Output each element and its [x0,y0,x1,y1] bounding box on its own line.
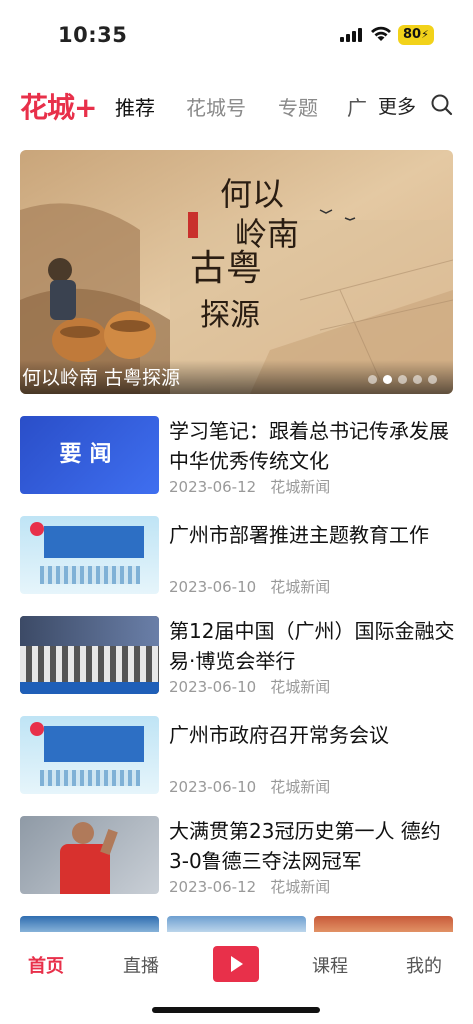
battery-indicator: 80⚡ [398,25,434,45]
news-source: 花城新闻 [270,778,331,796]
tab-guang[interactable]: 广 [347,92,367,121]
news-meta: 2023-06-10 花城新闻 [169,576,344,597]
news-date: 2023-06-12 [169,478,257,496]
news-title: 大满贯第23冠历史第一人 德约3-0鲁德三夺法网冠军 [169,819,441,873]
news-title: 广州市部署推进主题教育工作 [169,523,429,547]
top-nav: 花城+ 推荐 花城号 专题 广 更多 [0,82,473,128]
news-date: 2023-06-12 [169,878,257,896]
news-item[interactable]: 大满贯第23冠历史第一人 德约3-0鲁德三夺法网冠军 2023-06-12 花城新… [0,816,473,906]
news-source: 花城新闻 [270,478,331,496]
news-meta: 2023-06-10 花城新闻 [169,776,344,797]
search-icon[interactable] [431,94,453,116]
tab-live[interactable]: 直播 [123,952,159,978]
status-bar: 10:35 80⚡ [0,0,473,70]
news-thumbnail: 要闻 [20,416,159,494]
tab-home[interactable]: 首页 [28,952,64,978]
app-logo[interactable]: 花城+ [20,86,97,126]
news-date: 2023-06-10 [169,778,257,796]
tab-mine[interactable]: 我的 [406,952,442,978]
news-title: 广州市政府召开常务会议 [169,723,389,747]
tab-recommend[interactable]: 推荐 [115,92,155,121]
carousel-indicator [368,375,437,384]
status-time: 10:35 [58,23,128,47]
news-source: 花城新闻 [270,578,331,596]
more-button[interactable]: 更多 [378,92,416,119]
carousel-dot[interactable] [368,375,377,384]
play-button[interactable] [213,946,259,982]
carousel-dot-active[interactable] [383,375,392,384]
battery-level: 80 [403,27,422,42]
tab-topics[interactable]: 专题 [278,92,318,121]
carousel-dot[interactable] [428,375,437,384]
banner-caption: 何以岭南 古粤探源 [22,367,181,389]
news-date: 2023-06-10 [169,678,257,696]
news-date: 2023-06-10 [169,578,257,596]
news-thumbnail [20,516,159,594]
news-source: 花城新闻 [270,678,331,696]
wifi-icon [371,26,391,41]
news-item[interactable]: 广州市部署推进主题教育工作 2023-06-10 花城新闻 [0,516,473,606]
banner-carousel[interactable]: 何以 岭南 古粤 探源 何以岭南 古粤探源 [20,150,453,394]
carousel-dot[interactable] [413,375,422,384]
news-meta: 2023-06-12 花城新闻 [169,876,344,897]
news-source: 花城新闻 [270,878,331,896]
home-indicator [152,1007,320,1013]
tab-course[interactable]: 课程 [312,952,348,978]
banner-art-title: 何以 [220,175,284,213]
news-item[interactable]: 广州市政府召开常务会议 2023-06-10 花城新闻 [0,716,473,806]
news-title: 学习笔记：跟着总书记传承发展中华优秀传统文化 [169,419,449,473]
tab-huacheng-hao[interactable]: 花城号 [186,92,246,121]
svg-text:探源: 探源 [200,298,260,333]
carousel-dot[interactable] [398,375,407,384]
banner-image: 何以 岭南 古粤 探源 [20,150,453,394]
news-thumbnail [20,816,159,894]
news-thumbnail [20,616,159,694]
play-icon [231,956,243,972]
news-meta: 2023-06-10 花城新闻 [169,676,344,697]
news-item[interactable]: 第12届中国（广州）国际金融交易·博览会举行 2023-06-10 花城新闻 [0,616,473,706]
svg-text:古粤: 古粤 [190,248,262,289]
signal-icon [340,28,362,42]
news-meta: 2023-06-12 花城新闻 [169,476,344,497]
news-thumbnail [20,716,159,794]
news-item[interactable]: 要闻 学习笔记：跟着总书记传承发展中华优秀传统文化 2023-06-12 花城新闻 [0,416,473,506]
news-title: 第12届中国（广州）国际金融交易·博览会举行 [169,619,455,673]
thumbnail-label: 要闻 [59,442,120,467]
